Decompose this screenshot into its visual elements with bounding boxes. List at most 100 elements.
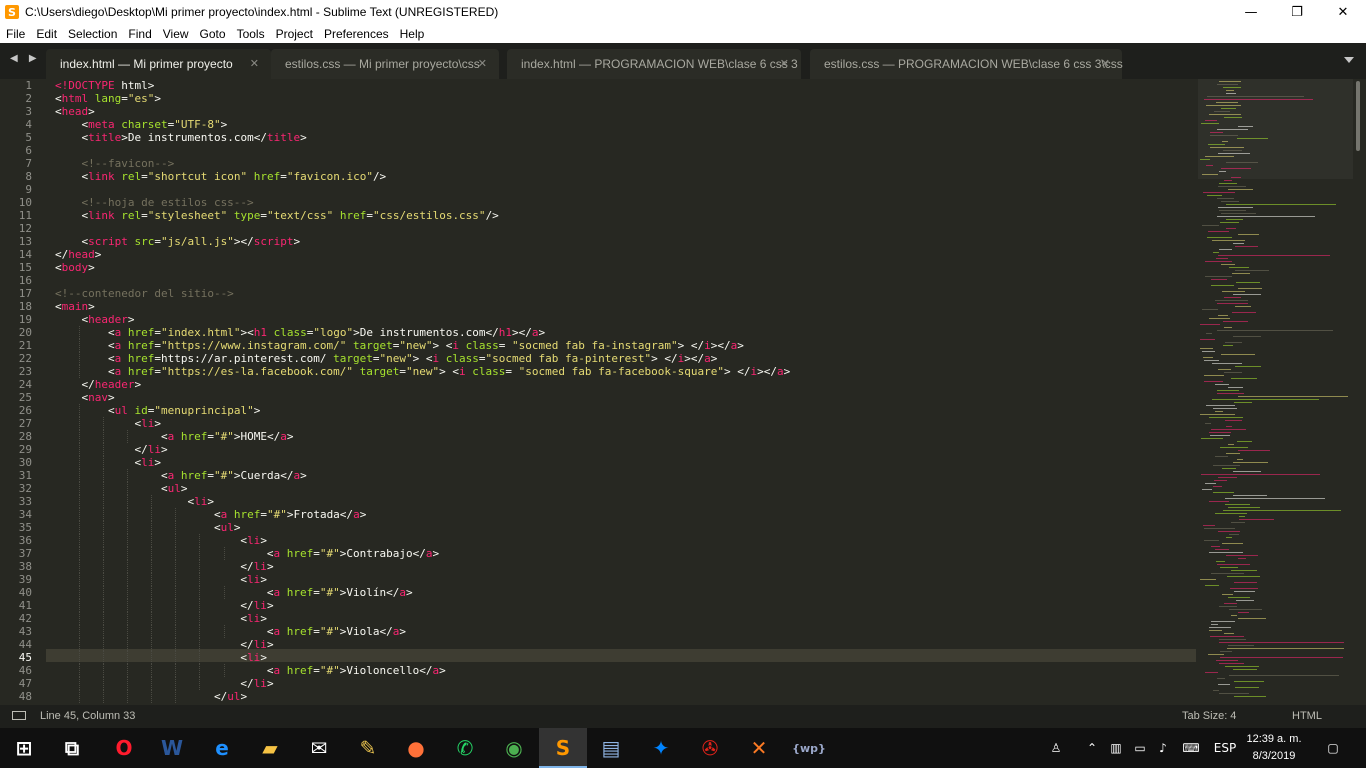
messenger-icon[interactable]: ✦ bbox=[637, 728, 685, 768]
keyboard-icon[interactable]: ⌨ bbox=[1178, 728, 1204, 768]
menu-tools[interactable]: Tools bbox=[231, 27, 270, 41]
code-line[interactable]: <!--contenedor del sitio--> bbox=[55, 287, 234, 300]
code-line[interactable]: <!--hoja de estilos css--> bbox=[55, 196, 253, 209]
code-line[interactable]: <li> bbox=[55, 417, 161, 430]
scrollbar-thumb[interactable] bbox=[1356, 81, 1360, 151]
whatsapp-icon[interactable]: ✆ bbox=[441, 728, 489, 768]
xampp-icon[interactable]: ✕ bbox=[735, 728, 783, 768]
network-icon[interactable]: ▥ bbox=[1106, 728, 1126, 768]
code-line[interactable]: <li> bbox=[55, 456, 161, 469]
code-line[interactable]: <a href="#">Violoncello</a> bbox=[55, 664, 446, 677]
battery-icon[interactable]: ▭ bbox=[1130, 728, 1150, 768]
file-explorer-icon[interactable]: ▰ bbox=[246, 728, 294, 768]
code-line[interactable]: <ul id="menuprincipal"> bbox=[55, 404, 260, 417]
code-line[interactable]: <a href="https://www.instagram.com/" tar… bbox=[55, 339, 744, 352]
chrome-icon[interactable]: ◉ bbox=[490, 728, 538, 768]
code-line[interactable]: <head> bbox=[55, 105, 95, 118]
syntax-mode[interactable]: HTML bbox=[1292, 710, 1322, 722]
code-line[interactable]: </li> bbox=[55, 560, 273, 573]
code-line[interactable]: <li> bbox=[55, 651, 267, 664]
volume-icon[interactable]: ♪ bbox=[1153, 728, 1173, 768]
code-line[interactable]: <li> bbox=[55, 534, 267, 547]
menu-preferences[interactable]: Preferences bbox=[318, 27, 394, 41]
maximize-button[interactable]: ❐ bbox=[1274, 0, 1320, 24]
console-panel-icon[interactable] bbox=[12, 711, 26, 720]
code-line[interactable]: <link rel="shortcut icon" href="favicon.… bbox=[55, 170, 386, 183]
code-line[interactable]: <a href="index.html"><h1 class="logo">De… bbox=[55, 326, 545, 339]
code-line[interactable]: <a href="#">Cuerda</a> bbox=[55, 469, 307, 482]
menu-goto[interactable]: Goto bbox=[194, 27, 231, 41]
menu-edit[interactable]: Edit bbox=[30, 27, 62, 41]
code-line[interactable]: <li> bbox=[55, 612, 267, 625]
notepad-icon[interactable]: ▤ bbox=[587, 728, 635, 768]
code-line[interactable]: <!--favicon--> bbox=[55, 157, 174, 170]
code-line[interactable]: <ul> bbox=[55, 482, 188, 495]
notification-icon[interactable]: ▢ bbox=[1320, 728, 1346, 768]
close-button[interactable]: ✕ bbox=[1320, 0, 1366, 24]
close-icon[interactable]: ✕ bbox=[1101, 57, 1110, 70]
code-line[interactable]: </li> bbox=[55, 638, 273, 651]
code-line[interactable]: <a href="#">Contrabajo</a> bbox=[55, 547, 439, 560]
code-line[interactable]: <nav> bbox=[55, 391, 114, 404]
code-line[interactable]: </header> bbox=[55, 378, 141, 391]
code-line[interactable]: <title>De instrumentos.com</title> bbox=[55, 131, 306, 144]
code-line[interactable]: <meta charset="UTF-8"> bbox=[55, 118, 227, 131]
tab-index-html-programacion-web[interactable]: index.html — PROGRAMACION WEB\clase 6 cs… bbox=[507, 49, 801, 79]
edge-icon[interactable]: e bbox=[198, 728, 246, 768]
code-line[interactable]: <a href="#">Violín</a> bbox=[55, 586, 413, 599]
vertical-scrollbar[interactable] bbox=[1354, 79, 1362, 705]
firefox-icon[interactable]: ● bbox=[392, 728, 440, 768]
tab-nav-arrows-icon[interactable]: ◀ ▶ bbox=[10, 53, 41, 64]
menu-project[interactable]: Project bbox=[270, 27, 318, 41]
code-line[interactable]: <html lang="es"> bbox=[55, 92, 161, 105]
acrobat-icon[interactable]: ✇ bbox=[686, 728, 734, 768]
tab-estilos-css-mi-primer-proyecto[interactable]: estilos.css — Mi primer proyecto\css ✕ bbox=[271, 49, 499, 79]
code-editor[interactable]: 1 2 3 4 5 6 7 8 9 10 11 12 13 14 15 16 17 18 19 20 21 22 23 24 2… bbox=[0, 79, 1366, 705]
clock[interactable]: 12:39 a. m. 8/3/2019 bbox=[1242, 731, 1306, 765]
menu-help[interactable]: Help bbox=[394, 27, 430, 41]
code-line[interactable]: <main> bbox=[55, 300, 95, 313]
code-line[interactable]: <ul> bbox=[55, 521, 241, 534]
menu-selection[interactable]: Selection bbox=[62, 27, 122, 41]
code-area[interactable]: <!DOCTYPE html> <html lang="es"> <head> <m… bbox=[55, 79, 1195, 705]
tab-dropdown-icon[interactable] bbox=[1344, 57, 1354, 63]
code-line[interactable]: <header> bbox=[55, 313, 134, 326]
code-line[interactable]: <!DOCTYPE html> bbox=[55, 79, 154, 92]
paint-icon[interactable]: ✎ bbox=[344, 728, 392, 768]
code-line[interactable]: <a href="https://es-la.facebook.com/" ta… bbox=[55, 365, 790, 378]
tab-index-html-mi-primer-proyecto[interactable]: index.html — Mi primer proyecto ✕ bbox=[46, 49, 271, 79]
code-line[interactable]: <li> bbox=[55, 573, 267, 586]
code-line[interactable]: </li> bbox=[55, 599, 273, 612]
code-line[interactable]: <script src="js/all.js"></script> bbox=[55, 235, 300, 248]
close-icon[interactable]: ✕ bbox=[478, 57, 487, 70]
code-line[interactable]: <a href="#">Frotada</a> bbox=[55, 508, 366, 521]
menu-find[interactable]: Find bbox=[122, 27, 156, 41]
word-icon[interactable]: W bbox=[148, 728, 196, 768]
menu-file[interactable]: File bbox=[0, 27, 30, 41]
task-view-icon[interactable]: ⧉ bbox=[48, 728, 96, 768]
code-line[interactable]: </head> bbox=[55, 248, 101, 261]
language-indicator[interactable]: ESP bbox=[1210, 728, 1240, 768]
code-line[interactable]: <a href="#">Viola</a> bbox=[55, 625, 406, 638]
tray-chevron-up-icon[interactable]: ⌃ bbox=[1082, 728, 1102, 768]
menu-view[interactable]: View bbox=[157, 27, 194, 41]
mail-icon[interactable]: ✉ bbox=[295, 728, 343, 768]
windows-start-icon[interactable]: ⊞ bbox=[0, 728, 48, 768]
code-line[interactable]: <link rel="stylesheet" type="text/css" h… bbox=[55, 209, 498, 222]
people-icon[interactable]: ♙ bbox=[1046, 728, 1066, 768]
cursor-position[interactable]: Line 45, Column 33 bbox=[40, 710, 135, 722]
opera-icon[interactable]: O bbox=[100, 728, 148, 768]
sublime-text-icon[interactable]: S bbox=[539, 728, 587, 768]
code-line[interactable]: </li> bbox=[55, 443, 167, 456]
php-tool-icon[interactable]: {wp} bbox=[785, 728, 833, 768]
code-line[interactable]: </li> bbox=[55, 677, 273, 690]
code-line[interactable]: <body> bbox=[55, 261, 95, 274]
tab-estilos-css-programacion-web[interactable]: estilos.css — PROGRAMACION WEB\clase 6 c… bbox=[810, 49, 1123, 79]
minimize-button[interactable]: — bbox=[1228, 0, 1274, 24]
code-line[interactable]: < a href=https://ar.pinterest.com/ target… bbox=[55, 352, 717, 365]
close-icon[interactable]: ✕ bbox=[780, 57, 789, 70]
tab-size[interactable]: Tab Size: 4 bbox=[1182, 710, 1236, 722]
close-icon[interactable]: ✕ bbox=[250, 57, 259, 70]
minimap[interactable] bbox=[1198, 79, 1353, 705]
code-line[interactable]: <a href="#">HOME</a> bbox=[55, 430, 294, 443]
